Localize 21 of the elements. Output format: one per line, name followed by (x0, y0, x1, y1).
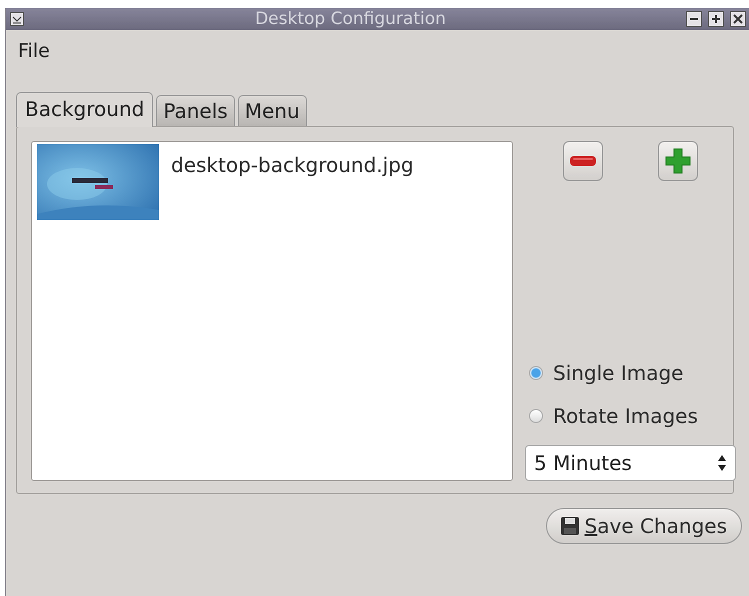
plus-icon (665, 148, 692, 174)
radio-button[interactable] (529, 366, 543, 380)
tab[interactable]: Panels (156, 95, 235, 126)
save-button[interactable]: Save Changes (546, 508, 742, 544)
spin-arrows-icon[interactable] (717, 454, 727, 472)
window-menu-icon[interactable] (10, 12, 24, 26)
menu-item[interactable]: File (18, 40, 50, 62)
minus-icon (570, 156, 596, 166)
window-title: Desktop Configuration (254, 9, 447, 29)
add-button[interactable] (658, 141, 698, 181)
remove-button[interactable] (562, 141, 603, 181)
close-icon[interactable] (730, 11, 746, 27)
radio-label[interactable]: Rotate Images (553, 404, 698, 428)
tab[interactable]: Menu (238, 95, 307, 126)
radio-label[interactable]: Single Image (553, 360, 684, 384)
tab[interactable]: Background (16, 92, 154, 127)
interval-spinbox[interactable]: 5 Minutes (525, 445, 736, 481)
radio-button[interactable] (529, 408, 543, 422)
file-name[interactable]: desktop-background.jpg (171, 153, 414, 177)
minimize-icon[interactable] (686, 11, 702, 27)
maximize-icon[interactable] (708, 11, 724, 27)
